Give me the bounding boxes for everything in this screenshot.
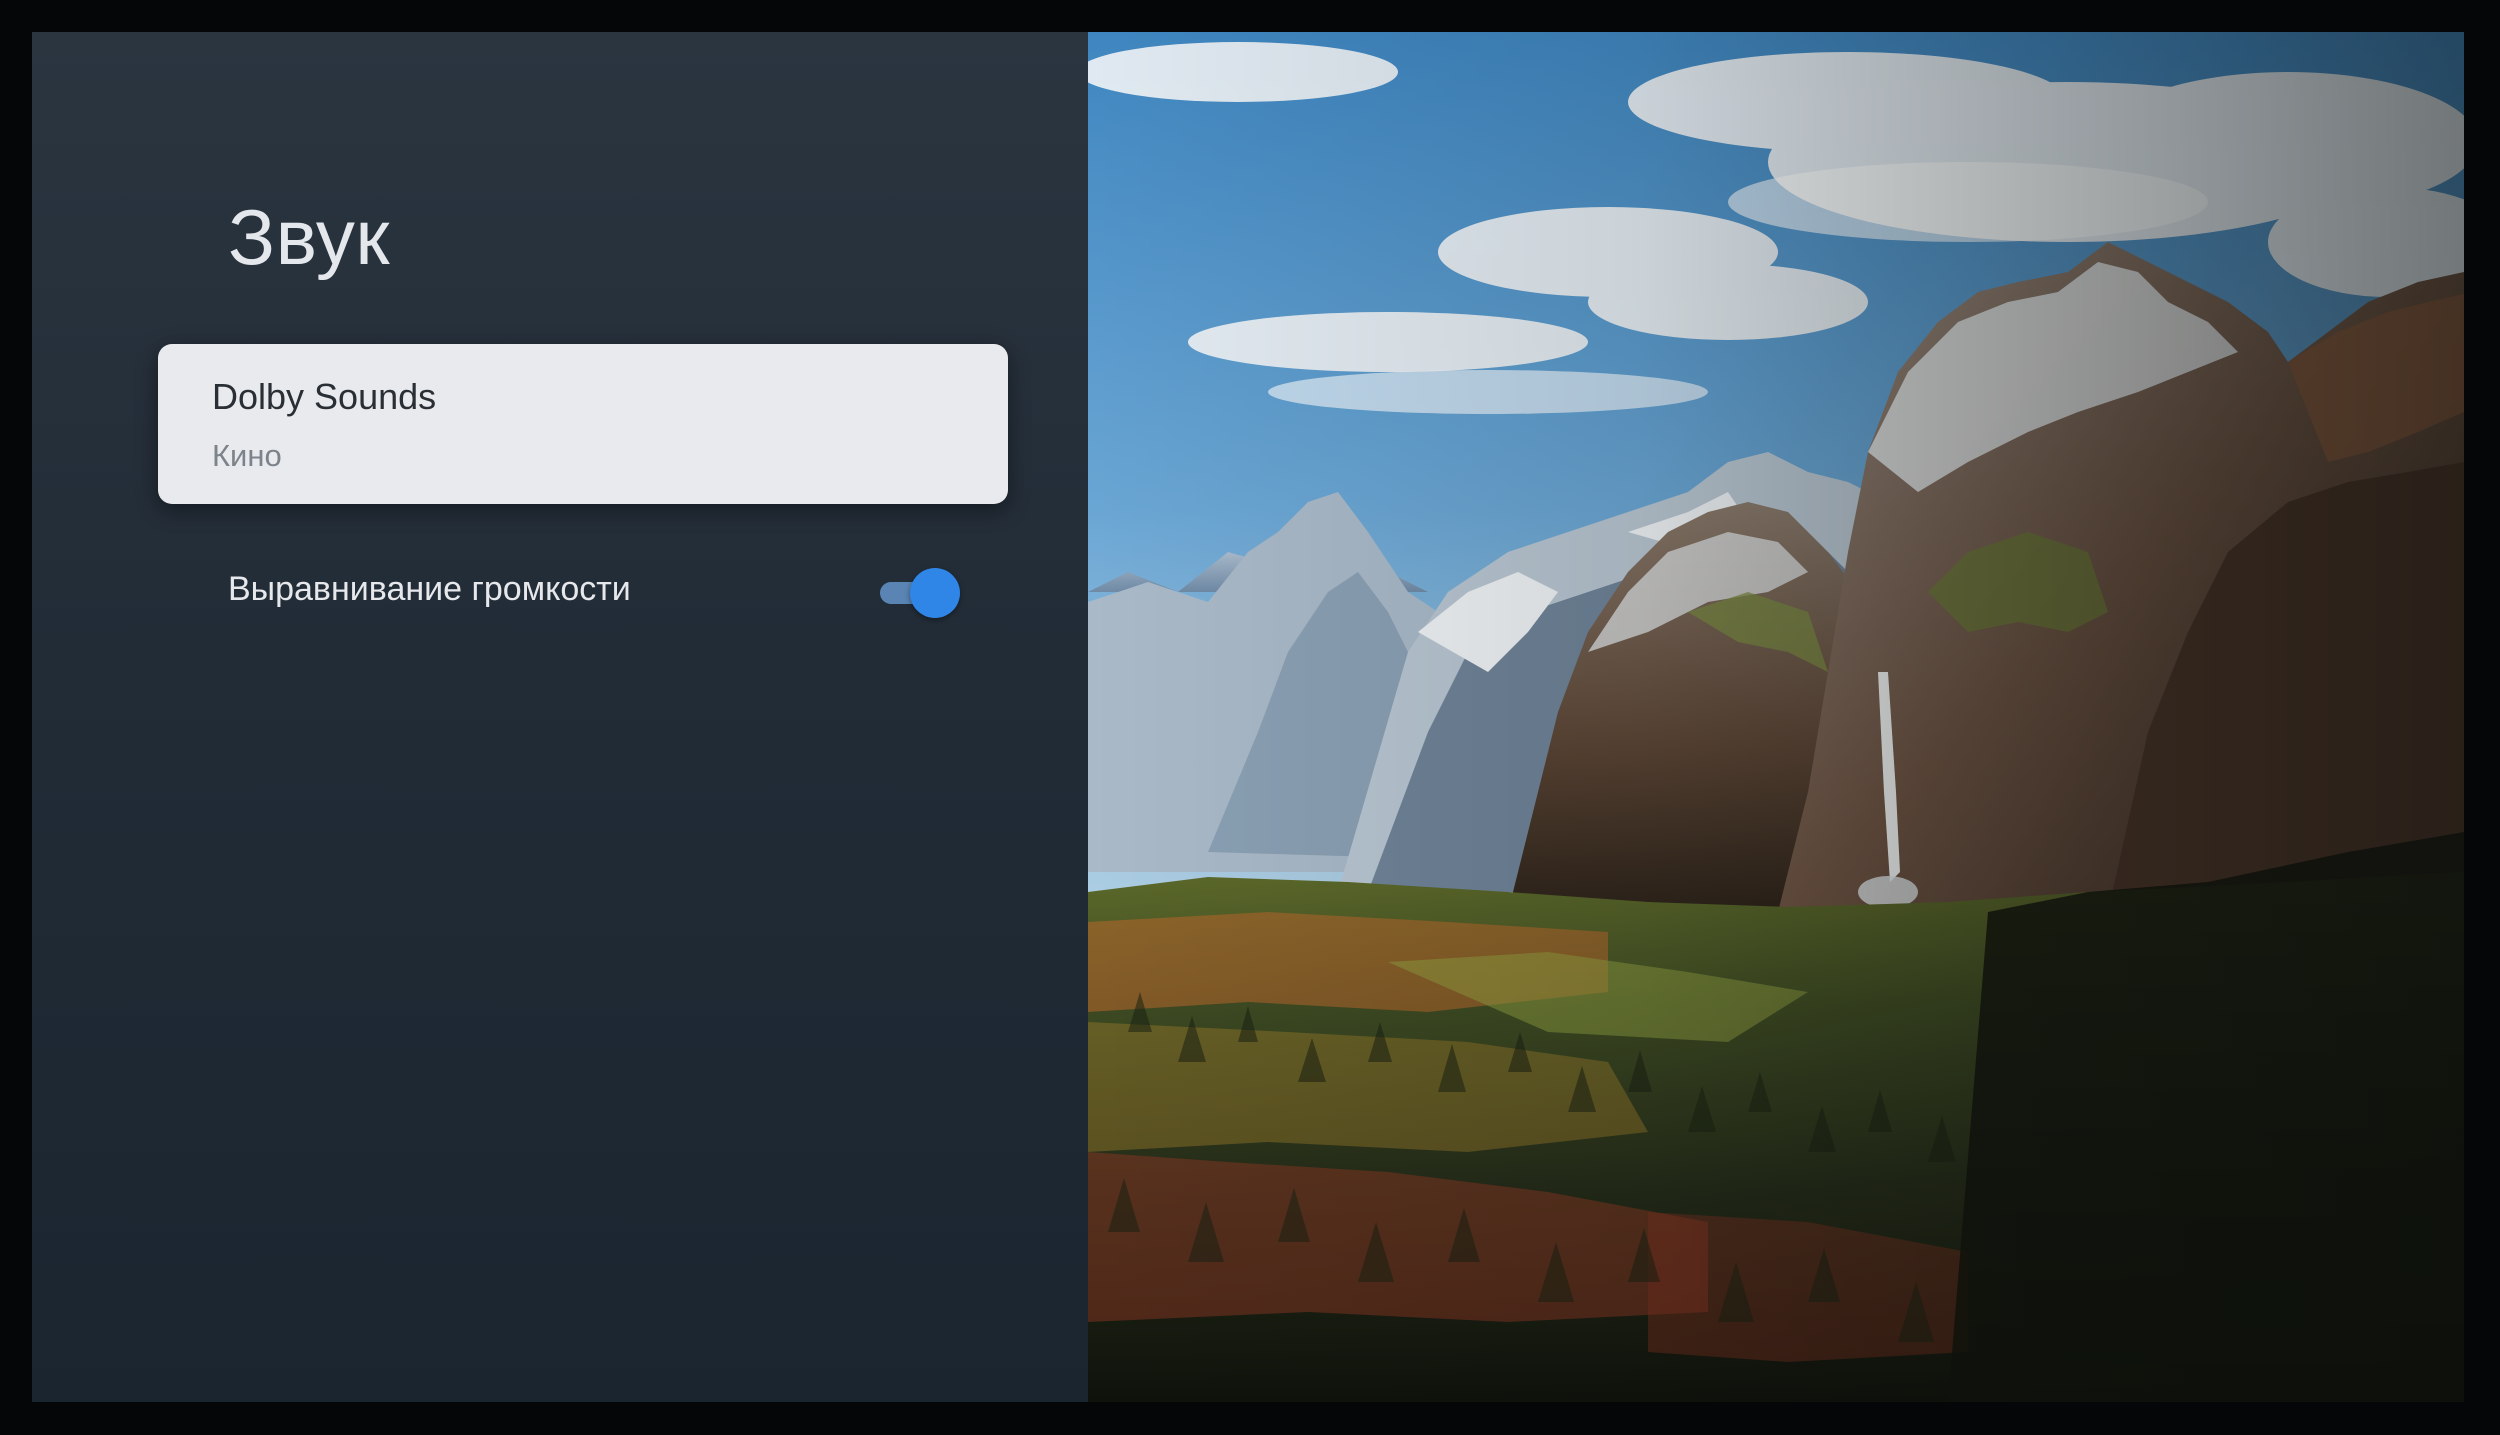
dolby-sounds-item[interactable]: Dolby Sounds Кино xyxy=(158,344,1008,504)
page-title: Звук xyxy=(228,193,390,281)
volume-leveling-item[interactable]: Выравнивание громкости xyxy=(158,552,1008,628)
tv-screen: Звук Dolby Sounds Кино Выравнивание гром… xyxy=(32,32,2464,1402)
dolby-sounds-label: Dolby Sounds xyxy=(212,376,437,417)
mountain-valley-landscape-icon xyxy=(1088,32,2464,1402)
volume-leveling-toggle[interactable] xyxy=(876,568,960,618)
volume-leveling-label: Выравнивание громкости xyxy=(228,570,631,608)
dolby-sounds-value: Кино xyxy=(212,438,282,473)
landscape-wallpaper xyxy=(1088,32,2464,1402)
sound-settings-panel: Звук Dolby Sounds Кино Выравнивание гром… xyxy=(32,32,1088,1402)
toggle-thumb xyxy=(910,568,960,618)
